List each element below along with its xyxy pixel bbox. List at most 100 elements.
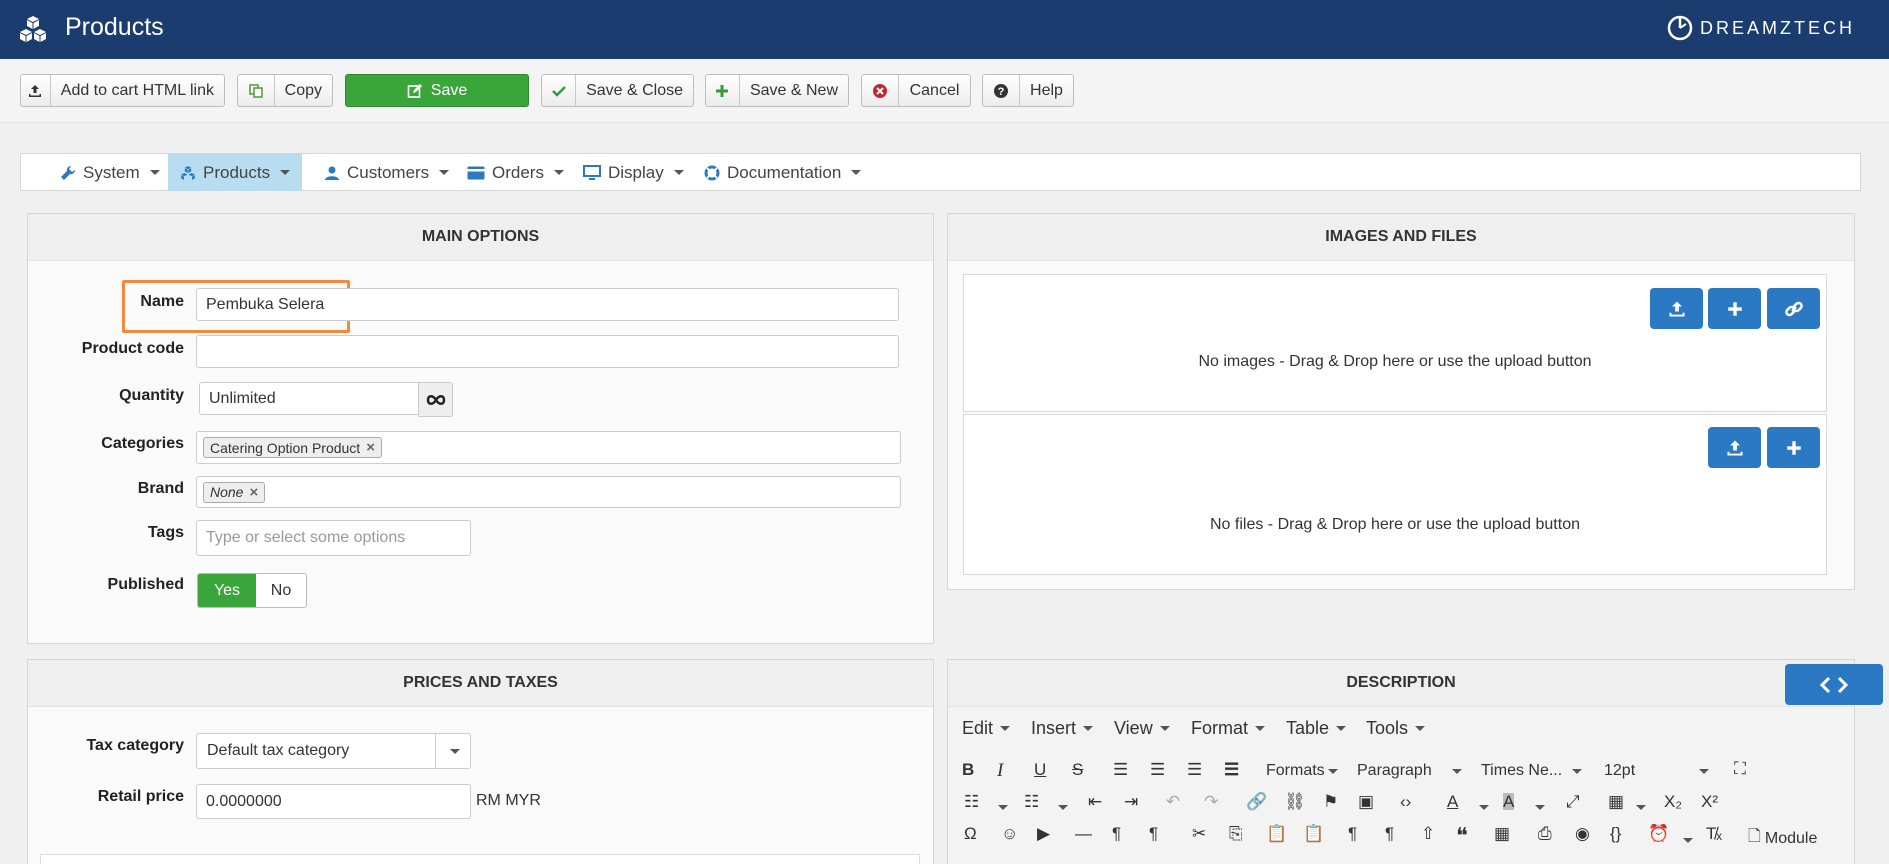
cut-icon[interactable]: ✂ (1192, 825, 1206, 842)
upload-file-button[interactable] (1708, 427, 1761, 468)
upload-icon[interactable]: ⇧ (1421, 825, 1435, 842)
indent-icon[interactable]: ⇥ (1124, 793, 1138, 810)
add-file-button[interactable] (1767, 427, 1820, 468)
paste-text-icon[interactable]: 📋 (1303, 825, 1324, 842)
bullet-list-icon[interactable]: ☷ (964, 793, 979, 810)
table-icon[interactable]: ▦ (1608, 793, 1624, 810)
align-left-icon[interactable]: ☰ (1113, 761, 1128, 778)
redo-icon[interactable]: ↷ (1204, 793, 1218, 810)
clock-caret[interactable] (1680, 829, 1693, 846)
ltr-icon[interactable]: ¶ (1112, 825, 1121, 842)
bookmark-icon[interactable]: ⚑ (1323, 793, 1338, 810)
text-color-caret[interactable] (1476, 796, 1489, 813)
link-icon[interactable]: 🔗 (1246, 793, 1267, 810)
save-new-button[interactable]: Save & New (705, 74, 849, 107)
nonbreaking-icon[interactable]: ¶ (1385, 825, 1394, 842)
toggle-code-view-button[interactable] (1785, 664, 1883, 705)
blockquote-icon[interactable]: ❝ (1456, 825, 1468, 847)
save-button[interactable]: Save (345, 74, 529, 107)
formats-dropdown[interactable]: Formats (1266, 762, 1338, 780)
published-no-button[interactable]: No (256, 574, 306, 607)
outdent-icon[interactable]: ⇤ (1088, 793, 1102, 810)
bold-icon[interactable]: B (962, 761, 974, 778)
menu-documentation[interactable]: Documentation (692, 154, 873, 191)
paragraph-dropdown[interactable]: Paragraph (1357, 762, 1462, 780)
clear-formatting-icon[interactable]: T̸ₓ (1706, 825, 1722, 842)
categories-field[interactable]: Catering Option Product × (196, 431, 901, 464)
emoticons-icon[interactable]: ☺ (1001, 825, 1018, 842)
plus-icon (1786, 440, 1801, 455)
media-icon[interactable]: ▶ (1037, 825, 1050, 842)
unlimited-toggle-button[interactable] (418, 382, 453, 417)
fullscreen-icon[interactable]: ⤢ (1566, 793, 1580, 810)
preview-icon[interactable]: ◉ (1575, 825, 1590, 842)
italic-icon[interactable]: I (997, 761, 1003, 780)
copy-icon[interactable]: ⎘ (1229, 825, 1243, 842)
retail-price-input[interactable] (196, 784, 471, 819)
tax-category-select[interactable]: Default tax category (196, 733, 471, 769)
tags-input[interactable]: Type or select some options (196, 520, 471, 556)
editor-menu-format[interactable]: Format (1191, 718, 1266, 739)
module-button[interactable]: 🗋 Module (1748, 825, 1817, 852)
help-button[interactable]: ? Help (982, 74, 1074, 107)
unlink-icon[interactable]: ⛓ (1284, 793, 1306, 810)
remove-chip-icon[interactable]: × (249, 484, 258, 501)
brand-field[interactable]: None × (196, 476, 901, 508)
add-image-button[interactable] (1708, 288, 1761, 329)
numbered-list-icon[interactable]: ☷ (1024, 793, 1039, 810)
upload-image-button[interactable] (1650, 288, 1703, 329)
editor-menu-table[interactable]: Table (1286, 718, 1347, 739)
name-input[interactable] (196, 288, 899, 321)
print-icon[interactable]: ⎙ (1538, 825, 1552, 842)
special-character-icon[interactable]: Ω (964, 825, 977, 842)
superscript-icon[interactable]: X² (1701, 793, 1718, 810)
horizontal-rule-icon[interactable]: — (1075, 825, 1092, 842)
align-center-icon[interactable]: ☰ (1150, 761, 1165, 778)
table-caret[interactable] (1633, 796, 1646, 813)
font-family-dropdown[interactable]: Times Ne... (1481, 762, 1582, 780)
svg-text:?: ? (998, 86, 1005, 98)
text-color-icon[interactable]: A (1447, 793, 1458, 810)
template-icon[interactable]: ▦ (1494, 825, 1510, 842)
cancel-button[interactable]: Cancel (861, 74, 971, 107)
show-blocks-icon[interactable]: ¶ (1348, 825, 1357, 842)
cancel-label: Cancel (909, 81, 960, 99)
editor-menu-insert[interactable]: Insert (1031, 718, 1094, 739)
add-to-cart-html-link-button[interactable]: Add to cart HTML link (20, 74, 225, 107)
align-justify-icon[interactable]: ☰ (1224, 761, 1239, 778)
strikethrough-icon[interactable]: S (1072, 761, 1083, 778)
binoculars-icon[interactable]: ⛶ (1734, 760, 1746, 777)
subscript-icon[interactable]: X₂ (1664, 793, 1682, 810)
remove-chip-icon[interactable]: × (366, 439, 375, 456)
files-dropzone[interactable]: No files - Drag & Drop here or use the u… (963, 414, 1827, 575)
product-code-input[interactable] (196, 335, 899, 368)
editor-menu-edit[interactable]: Edit (962, 718, 1011, 739)
underline-icon[interactable]: U (1034, 761, 1046, 778)
background-color-caret[interactable] (1532, 796, 1545, 813)
quantity-input[interactable] (199, 382, 419, 415)
published-yes-button[interactable]: Yes (198, 574, 256, 607)
paste-icon[interactable]: 📋 (1266, 825, 1287, 842)
rtl-icon[interactable]: ¶ (1149, 825, 1158, 842)
menu-system[interactable]: System (48, 154, 172, 191)
bullet-list-caret[interactable] (995, 796, 1008, 813)
numbered-list-caret[interactable] (1055, 796, 1068, 813)
align-right-icon[interactable]: ☰ (1187, 761, 1202, 778)
jcode-icon[interactable]: {} (1610, 825, 1621, 842)
menu-products[interactable]: Products (168, 154, 303, 191)
menu-orders[interactable]: Orders (455, 154, 576, 191)
save-close-button[interactable]: Save & Close (541, 74, 694, 107)
editor-menu-tools[interactable]: Tools (1366, 718, 1426, 739)
app-header: Products DREAMZTECH (0, 0, 1889, 59)
undo-icon[interactable]: ↶ (1166, 793, 1180, 810)
menu-customers[interactable]: Customers (312, 154, 461, 191)
menu-display[interactable]: Display (571, 154, 696, 191)
code-icon[interactable]: ‹› (1400, 793, 1411, 810)
image-icon[interactable]: ▣ (1358, 793, 1374, 810)
editor-menu-view[interactable]: View (1114, 718, 1170, 739)
font-size-dropdown[interactable]: 12pt (1604, 762, 1709, 780)
background-color-icon[interactable]: A (1503, 793, 1515, 810)
clock-icon[interactable]: ⏰ (1648, 825, 1669, 842)
copy-button[interactable]: Copy (237, 74, 333, 107)
link-image-button[interactable] (1767, 288, 1820, 329)
